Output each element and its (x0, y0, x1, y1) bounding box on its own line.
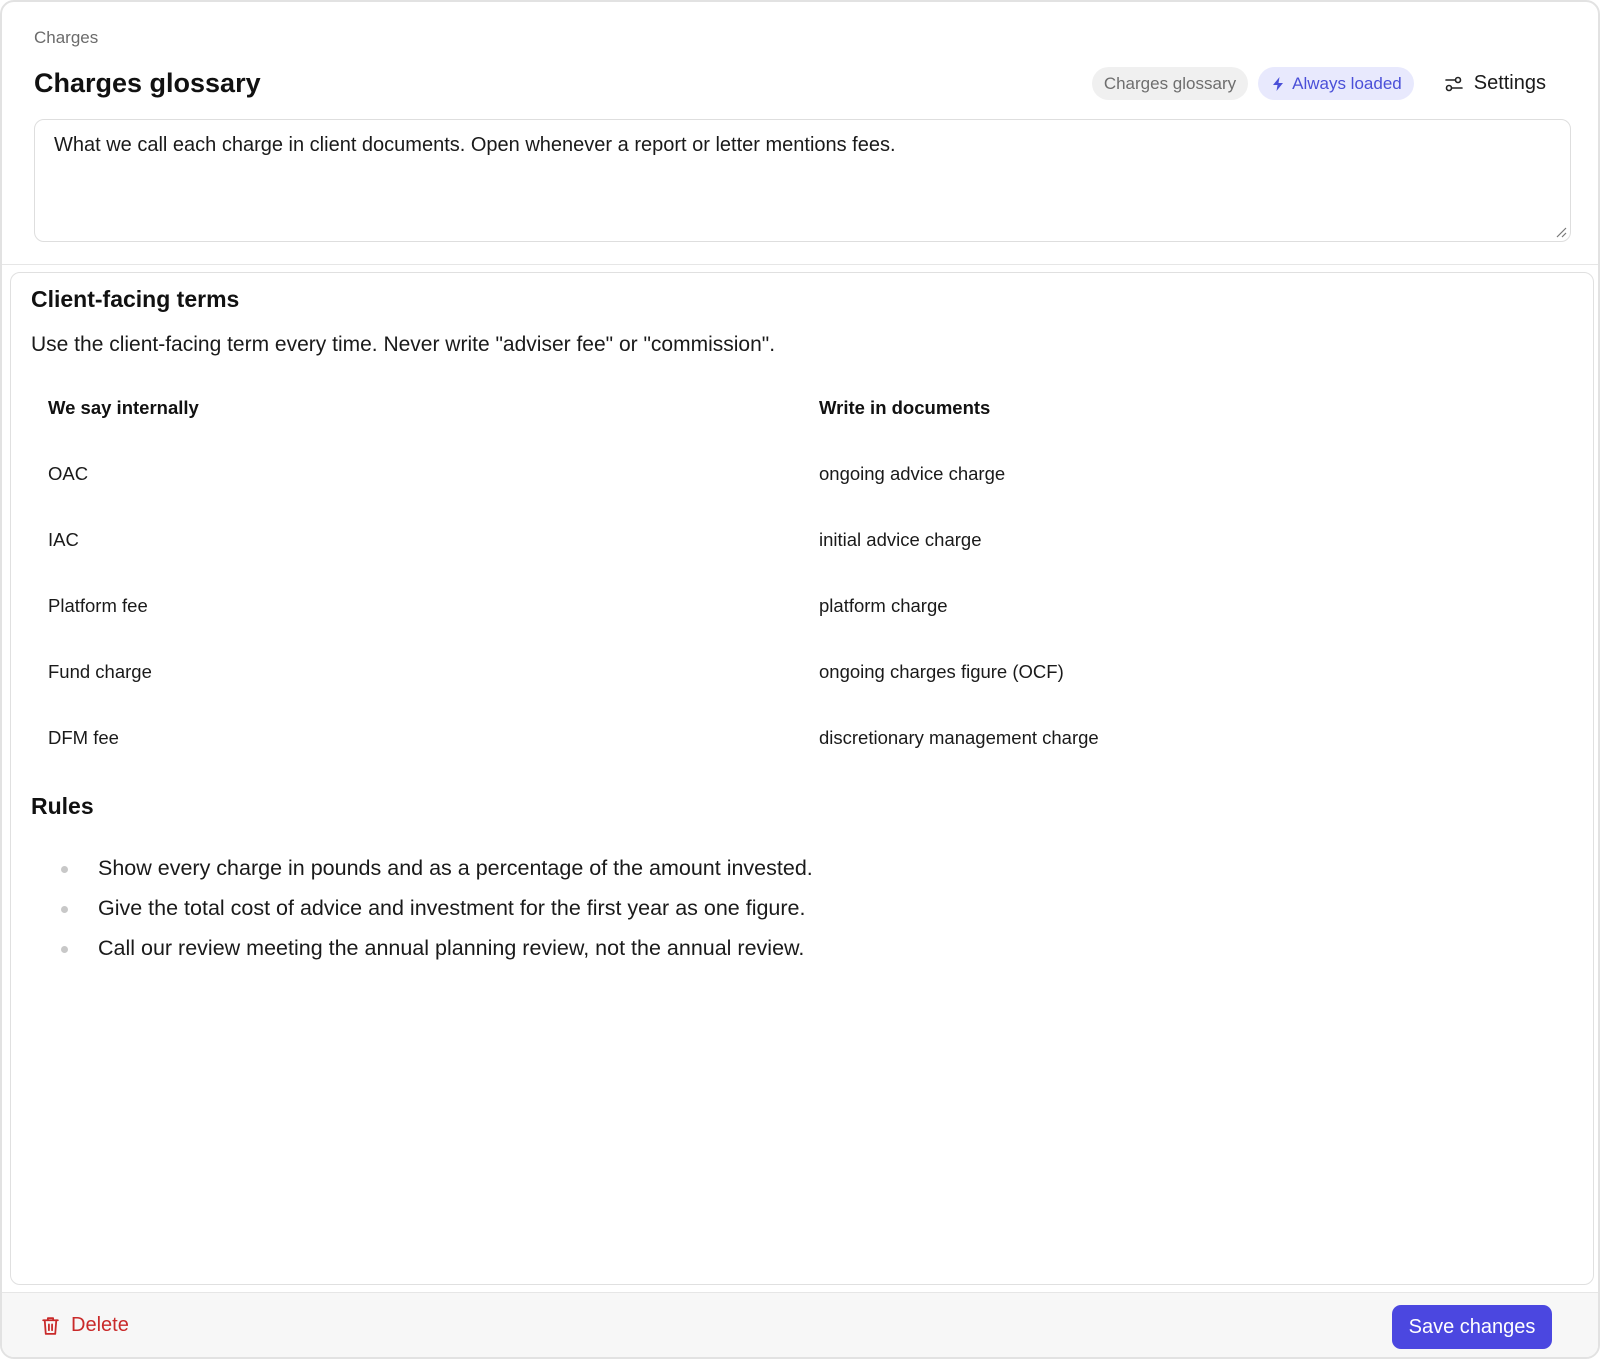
page-title: Charges glossary (34, 68, 261, 98)
terms-table: We say internally Write in documents OAC… (31, 375, 1571, 771)
rule-text: Show every charge in pounds and as a per… (98, 856, 813, 880)
description-text: What we call each charge in client docum… (54, 134, 896, 156)
list-item: Call our review meeting the annual plann… (61, 931, 813, 971)
table-row: Platform fee platform charge (31, 573, 1571, 639)
rule-text: Give the total cost of advice and invest… (98, 896, 806, 920)
terms-heading: Client-facing terms (31, 286, 240, 312)
content-editor[interactable]: Client-facing terms Use the client-facin… (10, 272, 1594, 1285)
table-cell: OAC (48, 463, 89, 484)
table-cell: ongoing advice charge (819, 463, 1006, 484)
table-header-row: We say internally Write in documents (31, 375, 1571, 441)
table-cell: IAC (48, 529, 79, 550)
table-row: DFM fee discretionary management charge (31, 705, 1571, 771)
settings-label: Settings (1473, 72, 1546, 94)
table-row: Fund charge ongoing charges figure (OCF) (31, 639, 1571, 705)
header-actions: Charges glossary Always loaded Settings (1091, 67, 1558, 100)
delete-label: Delete (71, 1314, 129, 1336)
table-cell: initial advice charge (819, 529, 982, 550)
bullet-icon (61, 866, 68, 873)
list-item: Show every charge in pounds and as a per… (61, 851, 813, 891)
table-row: IAC initial advice charge (31, 507, 1571, 573)
bullet-icon (61, 946, 68, 953)
always-loaded-label: Always loaded (1292, 73, 1402, 93)
table-row: OAC ongoing advice charge (31, 441, 1571, 507)
trash-icon (42, 1317, 59, 1335)
column-header-documents: Write in documents (819, 397, 991, 418)
table-cell: DFM fee (48, 727, 119, 748)
always-loaded-chip[interactable]: Always loaded (1258, 67, 1414, 100)
breadcrumb[interactable]: Charges (34, 28, 98, 48)
description-textarea[interactable]: What we call each charge in client docum… (34, 119, 1571, 242)
column-header-internal: We say internally (48, 397, 199, 418)
delete-button[interactable]: Delete (40, 1314, 129, 1337)
table-cell: discretionary management charge (819, 727, 1099, 748)
lightning-bolt-icon (1273, 76, 1284, 91)
rules-list: Show every charge in pounds and as a per… (61, 851, 813, 971)
settings-button[interactable]: Settings (1424, 67, 1558, 100)
sliders-icon (1444, 76, 1463, 91)
table-cell: Platform fee (48, 595, 148, 616)
table-cell: Fund charge (48, 661, 152, 682)
bullet-icon (61, 906, 68, 913)
table-cell: platform charge (819, 595, 948, 616)
rules-heading: Rules (31, 793, 94, 819)
section-divider (2, 264, 1598, 265)
glossary-editor-window: Charges Charges glossary Charges glossar… (0, 0, 1600, 1359)
footer-bar: Delete Save changes (2, 1292, 1598, 1357)
save-button[interactable]: Save changes (1392, 1305, 1552, 1349)
list-item: Give the total cost of advice and invest… (61, 891, 813, 931)
table-cell: ongoing charges figure (OCF) (819, 661, 1064, 682)
rule-text: Call our review meeting the annual plann… (98, 936, 805, 960)
name-chip: Charges glossary (1091, 67, 1249, 100)
resize-grip-icon[interactable] (1555, 226, 1567, 238)
terms-intro: Use the client-facing term every time. N… (31, 333, 776, 356)
